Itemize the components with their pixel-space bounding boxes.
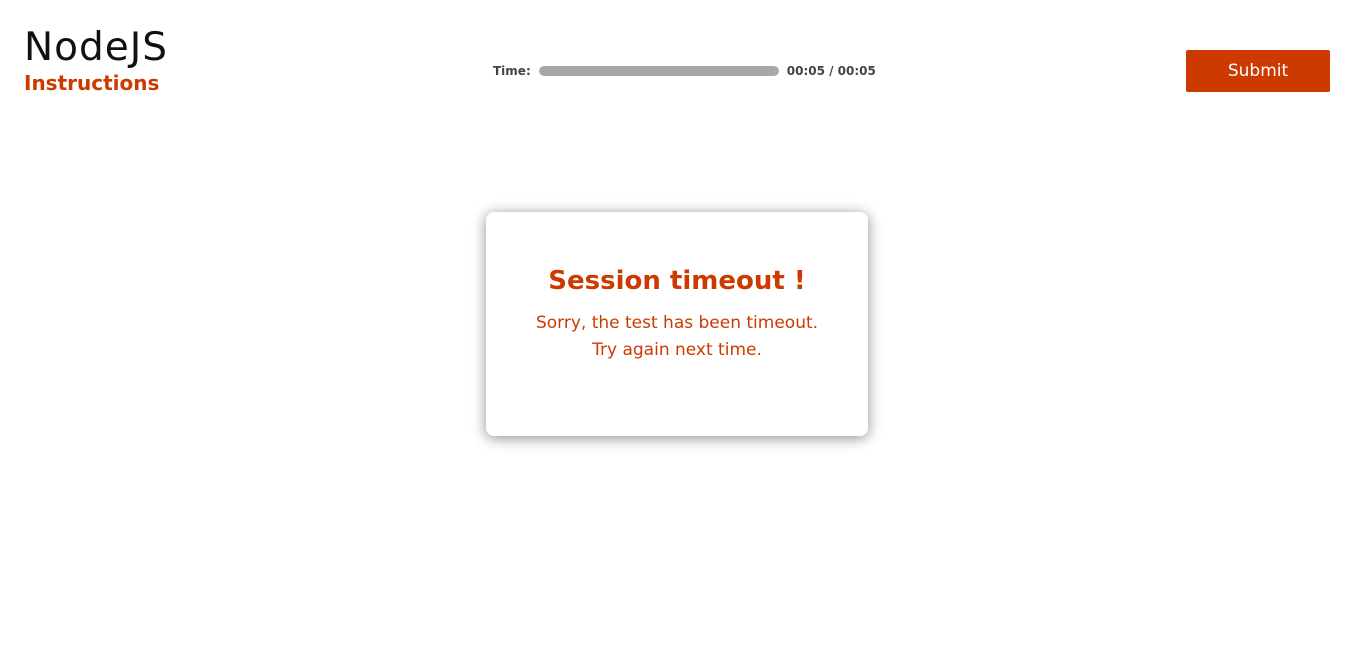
session-timeout-dialog: Session timeout ! Sorry, the test has be…: [486, 212, 868, 436]
dialog-title: Session timeout !: [548, 266, 806, 296]
submit-button[interactable]: Submit: [1186, 50, 1330, 92]
timer-readout: 00:05 / 00:05: [786, 64, 876, 78]
app-title: NodeJS: [24, 25, 169, 70]
header-brand: NodeJS Instructions: [24, 25, 169, 96]
page: NodeJS Instructions Time: 00:05 / 00:05 …: [0, 0, 1354, 647]
timer-progress-track: [538, 66, 779, 76]
dialog-message-line-2: Try again next time.: [592, 340, 762, 360]
timer-progress-fill: [538, 66, 779, 76]
dialog-message-line-1: Sorry, the test has been timeout.: [535, 313, 819, 333]
instructions-link[interactable]: Instructions: [24, 71, 168, 95]
timer-bar: Time: 00:05 / 00:05: [493, 62, 876, 80]
timer-label: Time:: [493, 64, 531, 78]
